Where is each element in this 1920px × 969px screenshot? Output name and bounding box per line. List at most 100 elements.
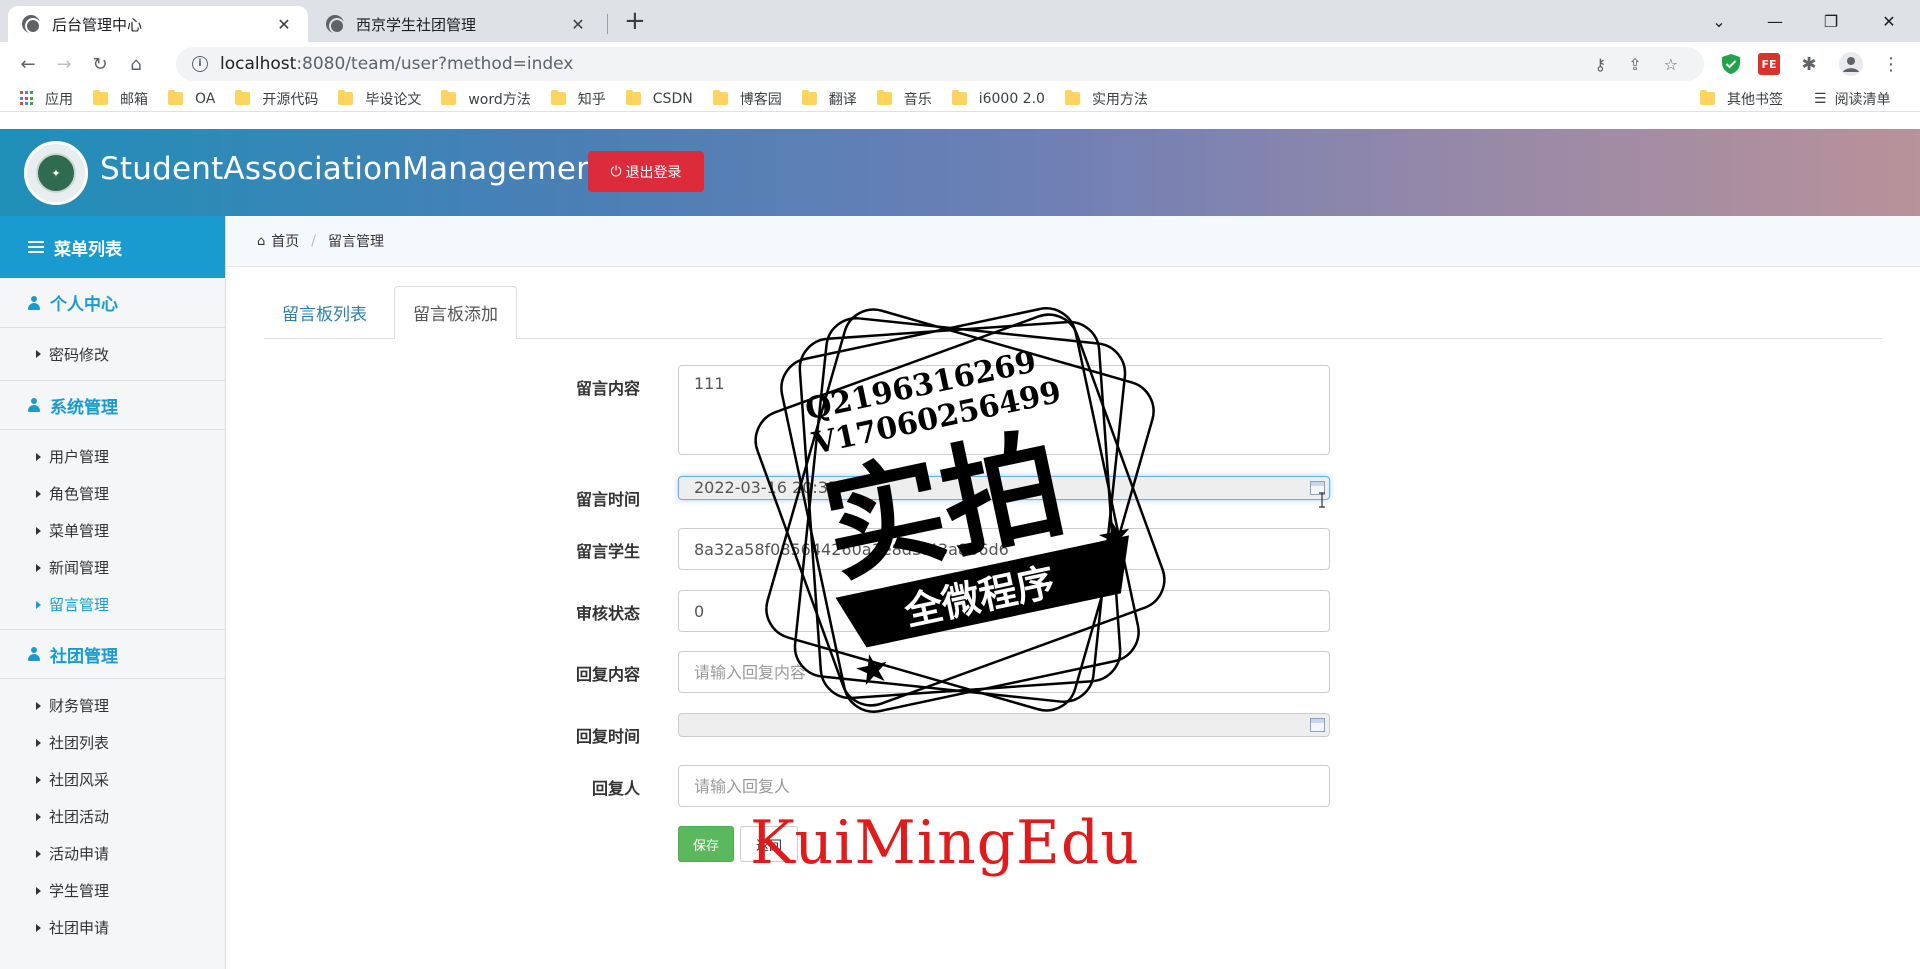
sidebar-item-user-mgmt[interactable]: 用户管理 [0, 438, 225, 475]
back-button[interactable]: 返回 [740, 826, 798, 862]
star-icon[interactable]: ☆ [1664, 55, 1678, 74]
bookmark-apps[interactable]: 应用 [20, 89, 73, 109]
back-arrow-icon[interactable]: ← [10, 54, 46, 75]
browser-tab-inactive[interactable]: 西京学生社团管理 ✕ [312, 6, 602, 42]
sidebar-item-activity-apply[interactable]: 活动申请 [0, 835, 225, 872]
sidebar-item-student-mgmt[interactable]: 学生管理 [0, 872, 225, 909]
sidebar-item-message-mgmt[interactable]: 留言管理 [0, 586, 225, 623]
student-label: 留言学生 [575, 542, 640, 561]
list-icon [28, 241, 44, 253]
replier-input[interactable] [678, 765, 1330, 807]
caret-right-icon [36, 526, 41, 535]
folder-icon [93, 90, 108, 105]
student-input[interactable] [678, 528, 1330, 570]
puzzle-icon[interactable]: ✱ [1796, 51, 1822, 77]
university-logo: ✦ [24, 141, 88, 205]
sidebar-item-password[interactable]: 密码修改 [0, 328, 225, 380]
reply-time-input[interactable] [678, 713, 1330, 737]
bookmarks-bar: 应用 邮箱 OA 开源代码 毕设论文 word方法 知乎 CSDN 博客园 翻译… [0, 86, 1920, 112]
sidebar-item-club-activity[interactable]: 社团活动 [0, 798, 225, 835]
tab-message-add[interactable]: 留言板添加 [394, 286, 517, 339]
forward-arrow-icon[interactable]: → [46, 54, 82, 75]
globe-icon [326, 15, 345, 34]
fe-extension-icon[interactable]: FE [1758, 53, 1780, 75]
restore-icon[interactable]: ❐ [1808, 0, 1854, 42]
bookmark-item[interactable]: 音乐 [876, 89, 932, 109]
bookmark-reading-list[interactable]: ☰ 阅读清单 [1814, 89, 1891, 109]
sidebar-item-club-list[interactable]: 社团列表 [0, 724, 225, 761]
sidebar-group-club[interactable]: 社团管理 [0, 629, 225, 679]
caret-right-icon [36, 701, 41, 710]
sidebar-item-finance[interactable]: 财务管理 [0, 687, 225, 724]
window-close-icon[interactable]: ✕ [1866, 0, 1912, 42]
reload-icon[interactable]: ↻ [82, 54, 118, 75]
new-tab-icon[interactable]: + [624, 6, 646, 36]
folder-icon [876, 90, 892, 105]
caret-right-icon [36, 886, 41, 895]
tab-title: 后台管理中心 [52, 15, 143, 34]
folder-icon [235, 90, 251, 105]
breadcrumb-home[interactable]: 首页 [271, 231, 299, 251]
bookmark-item[interactable]: 开源代码 [235, 89, 318, 109]
content-textarea[interactable]: 111 [678, 365, 1330, 455]
message-time-input[interactable]: 2022-03-16 20:35 [678, 476, 1330, 500]
bookmark-item[interactable]: OA [168, 90, 215, 107]
close-icon[interactable]: ✕ [568, 15, 588, 34]
user-icon [28, 295, 40, 310]
app-header: ✦ StudentAssociationManagement ⏻ 退出登录 [0, 129, 1920, 216]
status-label: 审核状态 [575, 604, 640, 623]
caret-right-icon [36, 489, 41, 498]
save-button[interactable]: 保存 [678, 826, 734, 862]
sidebar-item-club-apply[interactable]: 社团申请 [0, 909, 225, 946]
omnibox[interactable]: i localhost:8080/team/user?method=index … [176, 47, 1704, 81]
folder-icon [1700, 90, 1715, 105]
bookmark-item[interactable]: i6000 2.0 [951, 90, 1045, 107]
tab-separator [607, 14, 608, 34]
sidebar-item-menu-mgmt[interactable]: 菜单管理 [0, 512, 225, 549]
folder-icon [1064, 90, 1080, 105]
site-info-icon[interactable]: i [192, 56, 208, 72]
minimize-icon[interactable]: — [1752, 0, 1798, 42]
bookmark-item[interactable]: CSDN [625, 90, 693, 107]
caret-right-icon [36, 812, 41, 821]
share-icon[interactable]: ⇪ [1628, 55, 1641, 74]
breadcrumb: ⌂ 首页 / 留言管理 [227, 216, 1920, 267]
sidebar-item-news-mgmt[interactable]: 新闻管理 [0, 549, 225, 586]
sidebar-group-system[interactable]: 系统管理 [0, 380, 225, 430]
bookmark-item[interactable]: word方法 [441, 89, 531, 109]
bookmark-item[interactable]: 毕设论文 [338, 89, 421, 109]
bookmark-item[interactable]: 博客园 [712, 89, 782, 109]
reply-input[interactable] [678, 651, 1330, 693]
logout-button[interactable]: ⏻ 退出登录 [588, 151, 704, 192]
calendar-icon[interactable] [1310, 481, 1325, 495]
form-row-time: 留言时间 2022-03-16 20:35 [540, 476, 1330, 510]
sidebar-item-role-mgmt[interactable]: 角色管理 [0, 475, 225, 512]
tab-message-list[interactable]: 留言板列表 [264, 286, 385, 339]
form-row-reply-time: 回复时间 [540, 713, 1330, 747]
bookmark-item[interactable]: 实用方法 [1064, 89, 1148, 109]
bookmark-item[interactable]: 知乎 [550, 89, 606, 109]
caret-right-icon [36, 923, 41, 932]
bookmark-item[interactable]: 翻译 [801, 89, 857, 109]
content-label: 留言内容 [575, 379, 640, 398]
close-icon[interactable]: ✕ [274, 15, 294, 34]
form-row-replier: 回复人 [540, 765, 1330, 807]
globe-icon [22, 15, 41, 34]
bookmark-other[interactable]: 其他书签 [1700, 89, 1783, 109]
key-icon[interactable]: ⚷ [1595, 55, 1607, 74]
status-input[interactable] [678, 590, 1330, 632]
tab-search-icon[interactable]: ⌄ [1696, 0, 1742, 42]
sidebar-group-personal[interactable]: 个人中心 [0, 278, 225, 328]
bookmark-item[interactable]: 邮箱 [93, 89, 148, 109]
home-icon[interactable]: ⌂ [118, 54, 154, 75]
browser-tab-active[interactable]: 后台管理中心 ✕ [8, 6, 308, 42]
avatar[interactable] [1838, 51, 1864, 77]
more-menu-icon[interactable]: ⋮ [1878, 51, 1904, 77]
form-row-status: 审核状态 [540, 590, 1330, 632]
shield-icon[interactable] [1718, 51, 1744, 77]
calendar-icon[interactable] [1310, 718, 1325, 732]
power-icon: ⏻ [610, 163, 622, 179]
caret-right-icon [36, 600, 41, 609]
replier-label: 回复人 [591, 779, 640, 798]
sidebar-item-club-style[interactable]: 社团风采 [0, 761, 225, 798]
